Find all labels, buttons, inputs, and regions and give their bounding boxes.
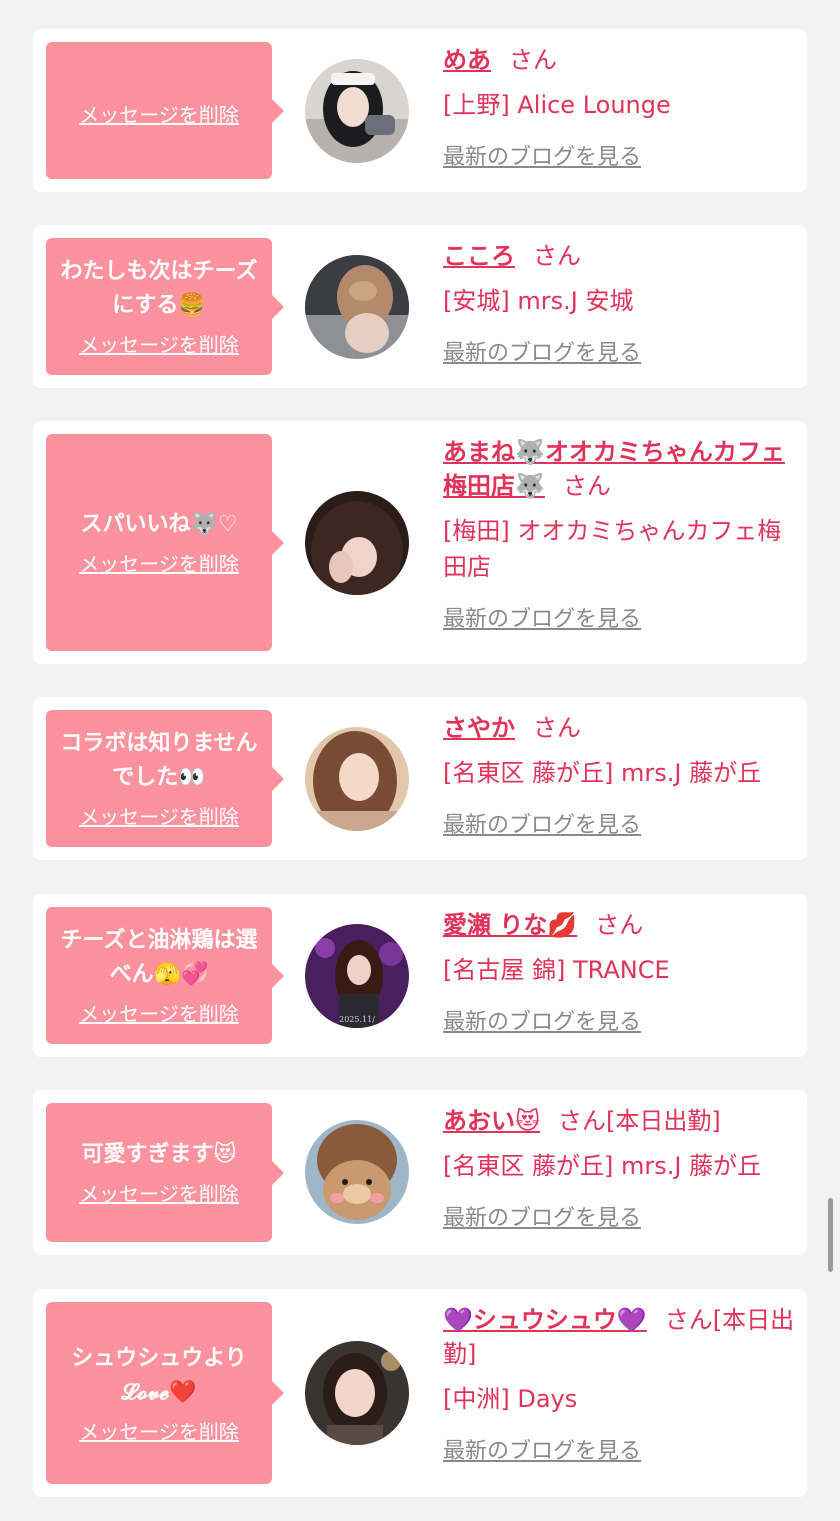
avatar[interactable]: 2025.11/: [305, 924, 409, 1028]
list-item: チーズと油淋鶏は選べん🫣💞 メッセージを削除 2025.11/ 愛瀬 りな💋 さん…: [33, 894, 807, 1057]
latest-blog-link[interactable]: 最新のブログを見る: [443, 1433, 641, 1465]
profile-info: あおい😻 さん[本日出勤] [名東区 藤が丘] mrs.J 藤が丘 最新のブログを…: [443, 1104, 795, 1232]
profile-name-link[interactable]: 愛瀬 りな💋: [443, 911, 577, 939]
delete-message-link[interactable]: メッセージを削除: [79, 329, 239, 358]
delete-message-link[interactable]: メッセージを削除: [79, 998, 239, 1027]
message-text: スパいいね🐺♡: [80, 512, 238, 537]
message-bubble: スパいいね🐺♡ メッセージを削除: [46, 434, 284, 651]
honorific-label: さん: [533, 714, 581, 742]
delete-message-link[interactable]: メッセージを削除: [79, 1178, 239, 1207]
message-bubble: わたしも次はチーズにする🍔 メッセージを削除: [46, 238, 284, 375]
delete-message-link[interactable]: メッセージを削除: [79, 99, 239, 128]
avatar[interactable]: [305, 255, 409, 359]
message-bubble: コラボは知りませんでした👀 メッセージを削除: [46, 710, 284, 847]
profile-name-link[interactable]: めあ: [443, 46, 491, 74]
list-item: わたしも次はチーズにする🍔 メッセージを削除 こころ さん [安城] mrs.J …: [33, 225, 807, 388]
message-bubble: メッセージを削除: [46, 42, 284, 179]
profile-info: さやか さん [名東区 藤が丘] mrs.J 藤が丘 最新のブログを見る: [443, 711, 795, 839]
honorific-label: さん: [595, 911, 644, 939]
profile-name-link[interactable]: こころ: [443, 242, 515, 270]
honorific-label: さん: [562, 472, 611, 500]
latest-blog-link[interactable]: 最新のブログを見る: [443, 139, 641, 171]
list-item: シュウシュウより 𝓛𝓸𝓿𝓮❤️ メッセージを削除 💜シュウシュウ💜 さん[本日出勤…: [33, 1289, 807, 1497]
avatar[interactable]: [305, 59, 409, 163]
message-text: 可愛すぎます😻: [81, 1142, 237, 1167]
delete-message-link[interactable]: メッセージを削除: [79, 1416, 239, 1445]
message-bubble: 可愛すぎます😻 メッセージを削除: [46, 1103, 284, 1242]
latest-blog-link[interactable]: 最新のブログを見る: [443, 335, 641, 367]
honorific-label: さん[本日出勤]: [558, 1107, 721, 1135]
profile-info: めあ さん [上野] Alice Lounge 最新のブログを見る: [443, 43, 795, 171]
message-bubble: チーズと油淋鶏は選べん🫣💞 メッセージを削除: [46, 907, 284, 1044]
honorific-label: さん: [533, 242, 581, 270]
profile-info: こころ さん [安城] mrs.J 安城 最新のブログを見る: [443, 239, 795, 367]
avatar[interactable]: [305, 1120, 409, 1224]
message-text: わたしも次はチーズにする🍔: [60, 259, 258, 318]
profile-info: 愛瀬 りな💋 さん [名古屋 錦] TRANCE 最新のブログを見る: [443, 908, 795, 1036]
profile-name-link[interactable]: あおい😻: [443, 1107, 540, 1135]
avatar-overlay-text: 2025.11/: [339, 1015, 375, 1024]
profile-name-link[interactable]: さやか: [443, 714, 515, 742]
profile-name-link[interactable]: 💜シュウシュウ💜: [443, 1306, 647, 1334]
scrollbar[interactable]: [828, 1198, 833, 1272]
list-item: 可愛すぎます😻 メッセージを削除 あおい😻 さん[本日出勤] [名東区 藤が丘] …: [33, 1090, 807, 1255]
avatar[interactable]: [305, 1341, 409, 1445]
avatar[interactable]: [305, 727, 409, 831]
shop-label: [上野] Alice Lounge: [443, 91, 671, 119]
list-item: コラボは知りませんでした👀 メッセージを削除 さやか さん [名東区 藤が丘] m…: [33, 697, 807, 860]
delete-message-link[interactable]: メッセージを削除: [79, 548, 239, 577]
message-text: チーズと油淋鶏は選べん🫣💞: [60, 928, 258, 987]
delete-message-link[interactable]: メッセージを削除: [79, 801, 239, 830]
latest-blog-link[interactable]: 最新のブログを見る: [443, 1200, 641, 1232]
shop-label: [安城] mrs.J 安城: [443, 287, 634, 315]
message-text: コラボは知りませんでした👀: [60, 731, 258, 790]
list-item: スパいいね🐺♡ メッセージを削除 あまね🐺オオカミちゃんカフェ梅田店🐺 さん [梅…: [33, 421, 807, 664]
latest-blog-link[interactable]: 最新のブログを見る: [443, 1004, 641, 1036]
profile-info: あまね🐺オオカミちゃんカフェ梅田店🐺 さん [梅田] オオカミちゃんカフェ梅田店 …: [443, 435, 795, 633]
avatar[interactable]: [305, 491, 409, 595]
profile-name-link[interactable]: あまね🐺オオカミちゃんカフェ梅田店🐺: [443, 438, 785, 500]
shop-label: [名東区 藤が丘] mrs.J 藤が丘: [443, 759, 762, 787]
profile-info: 💜シュウシュウ💜 さん[本日出勤] [中洲] Days 最新のブログを見る: [443, 1303, 795, 1465]
list-item: メッセージを削除 めあ さん [上野] Alice Lounge 最新のブログを見…: [33, 29, 807, 192]
shop-label: [名東区 藤が丘] mrs.J 藤が丘: [443, 1152, 762, 1180]
honorific-label: さん: [509, 46, 557, 74]
message-text: シュウシュウより 𝓛𝓸𝓿𝓮❤️: [71, 1345, 247, 1405]
message-bubble: シュウシュウより 𝓛𝓸𝓿𝓮❤️ メッセージを削除: [46, 1302, 284, 1484]
shop-label: [中洲] Days: [443, 1385, 578, 1413]
shop-label: [梅田] オオカミちゃんカフェ梅田店: [443, 517, 782, 581]
shop-label: [名古屋 錦] TRANCE: [443, 956, 670, 984]
latest-blog-link[interactable]: 最新のブログを見る: [443, 807, 641, 839]
latest-blog-link[interactable]: 最新のブログを見る: [443, 601, 641, 633]
